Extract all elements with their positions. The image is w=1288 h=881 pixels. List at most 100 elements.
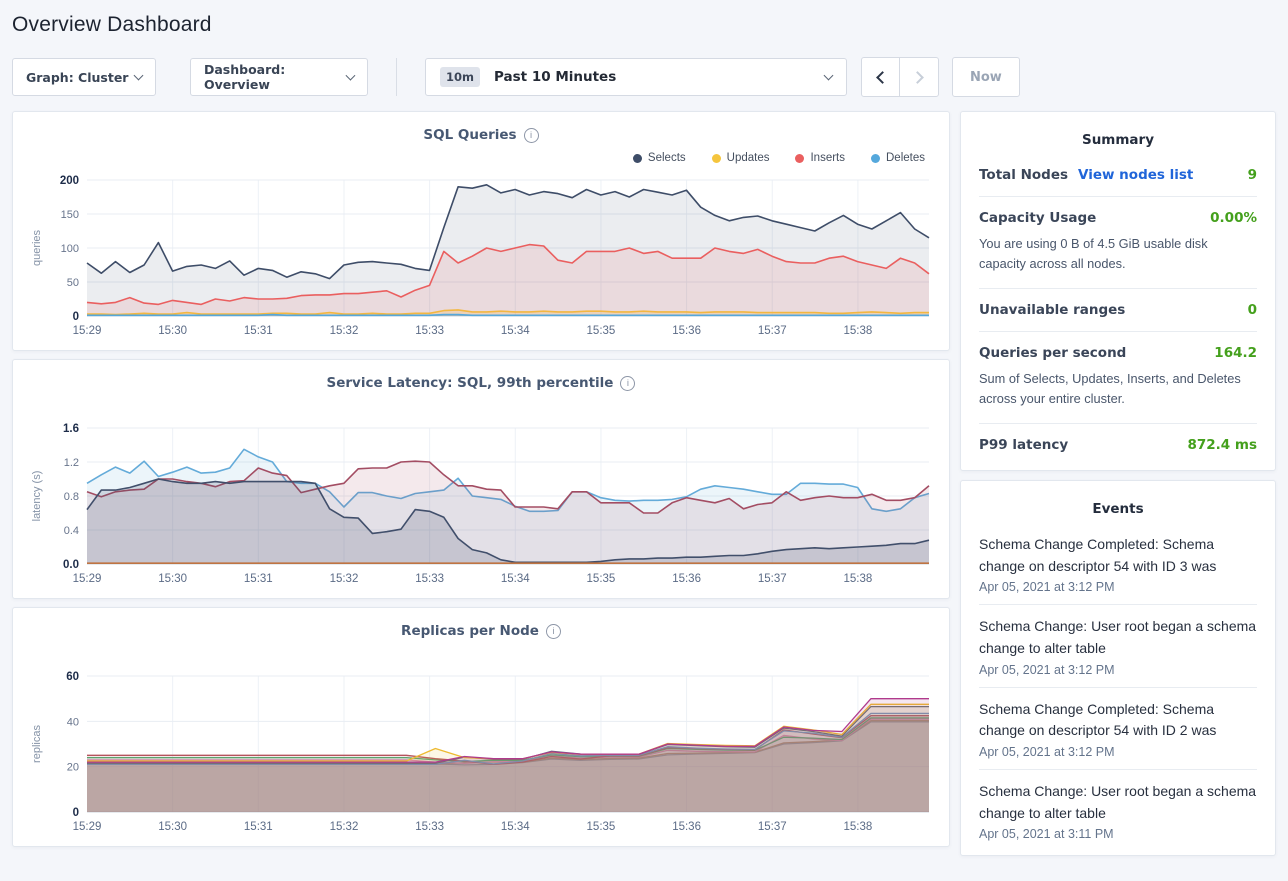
overview-dashboard-page: Overview Dashboard Graph: Cluster Dashbo… [0, 13, 1288, 856]
summary-row-total-nodes: Total Nodes View nodes list 9 [979, 154, 1257, 197]
total-nodes-label: Total Nodes [979, 167, 1068, 183]
svg-text:15:31: 15:31 [244, 573, 273, 585]
legend-item: Deletes [871, 152, 925, 164]
time-step-buttons [861, 57, 939, 97]
legend-dot-icon [795, 154, 804, 163]
svg-text:150: 150 [61, 209, 79, 221]
events-title: Events [979, 493, 1257, 523]
next-time-button[interactable] [900, 58, 938, 96]
svg-text:15:31: 15:31 [244, 821, 273, 833]
summary-panel: Summary Total Nodes View nodes list 9 Ca… [960, 111, 1276, 471]
svg-text:15:33: 15:33 [415, 573, 444, 585]
time-range-picker[interactable]: 10m Past 10 Minutes [425, 58, 847, 96]
svg-text:40: 40 [67, 716, 79, 728]
svg-text:15:38: 15:38 [844, 325, 873, 337]
qps-value: 164.2 [1214, 345, 1257, 361]
unavailable-ranges-value: 0 [1248, 302, 1257, 318]
capacity-usage-label: Capacity Usage [979, 210, 1096, 226]
chart-legend [27, 394, 935, 418]
summary-row-unavailable-ranges: Unavailable ranges 0 [979, 289, 1257, 332]
info-icon[interactable] [620, 376, 635, 391]
sql-queries-chart[interactable]: 15:2915:3015:3115:3215:3315:3415:3515:36… [27, 170, 935, 342]
legend-item: Selects [633, 152, 686, 164]
service-latency-chart[interactable]: 15:2915:3015:3115:3215:3315:3415:3515:36… [27, 418, 935, 590]
dashboard-dropdown-label: Dashboard: Overview [204, 62, 347, 92]
event-timestamp: Apr 05, 2021 at 3:12 PM [979, 580, 1257, 594]
event-timestamp: Apr 05, 2021 at 3:11 PM [979, 827, 1257, 841]
total-nodes-value: 9 [1248, 167, 1257, 183]
summary-row-qps: Queries per second 164.2 Sum of Selects,… [979, 332, 1257, 424]
event-item: Schema Change: User root began a schema … [979, 605, 1257, 687]
replicas-per-node-chart[interactable]: 15:2915:3015:3115:3215:3315:3415:3515:36… [27, 666, 935, 838]
p99-latency-value: 872.4 ms [1187, 437, 1257, 453]
svg-text:1.6: 1.6 [63, 423, 79, 435]
chart-title: Replicas per Node [401, 623, 539, 639]
event-item: Schema Change Completed: Schema change o… [979, 523, 1257, 605]
legend-item: Inserts [795, 152, 845, 164]
svg-text:15:35: 15:35 [587, 821, 616, 833]
svg-text:latency (s): latency (s) [31, 471, 43, 522]
unavailable-ranges-label: Unavailable ranges [979, 302, 1125, 318]
capacity-usage-description: You are using 0 B of 4.5 GiB usable disk… [979, 234, 1257, 275]
main-content: SQL Queries Selects Updates Inserts Deletes… [12, 111, 1276, 856]
summary-row-p99-latency: P99 latency 872.4 ms [979, 424, 1257, 466]
svg-text:queries: queries [31, 229, 43, 266]
events-panel: Events Schema Change Completed: Schema c… [960, 480, 1276, 857]
svg-text:15:37: 15:37 [758, 821, 787, 833]
svg-text:15:36: 15:36 [672, 573, 701, 585]
svg-text:15:35: 15:35 [587, 573, 616, 585]
event-item: Schema Change: User root began a schema … [979, 770, 1257, 851]
time-range-badge: 10m [440, 67, 480, 87]
p99-latency-label: P99 latency [979, 437, 1068, 453]
sidebar: Summary Total Nodes View nodes list 9 Ca… [960, 111, 1276, 856]
svg-text:15:38: 15:38 [844, 821, 873, 833]
svg-text:60: 60 [66, 671, 79, 683]
info-icon[interactable] [546, 624, 561, 639]
time-range-label: Past 10 Minutes [494, 69, 616, 85]
svg-text:0.4: 0.4 [64, 525, 79, 537]
chart-legend: Selects Updates Inserts Deletes [27, 146, 935, 170]
event-message: Schema Change Completed: Schema change o… [979, 534, 1257, 577]
event-timestamp: Apr 05, 2021 at 3:12 PM [979, 663, 1257, 677]
previous-time-button[interactable] [862, 58, 900, 96]
chart-title: SQL Queries [423, 127, 516, 143]
legend-dot-icon [633, 154, 642, 163]
info-icon[interactable] [524, 128, 539, 143]
svg-text:100: 100 [61, 243, 79, 255]
legend-dot-icon [871, 154, 880, 163]
chart-panel-sql-queries: SQL Queries Selects Updates Inserts Deletes… [12, 111, 950, 351]
view-nodes-list-link[interactable]: View nodes list [1078, 167, 1193, 183]
svg-text:15:33: 15:33 [415, 821, 444, 833]
svg-text:15:30: 15:30 [158, 325, 187, 337]
svg-text:15:29: 15:29 [73, 325, 102, 337]
chart-panel-service-latency: Service Latency: SQL, 99th percentile 15… [12, 359, 950, 599]
chevron-right-icon [911, 71, 924, 84]
qps-label: Queries per second [979, 345, 1126, 361]
vertical-divider [396, 58, 397, 96]
svg-text:replicas: replicas [31, 725, 43, 763]
graph-dropdown[interactable]: Graph: Cluster [12, 58, 156, 96]
svg-text:15:36: 15:36 [672, 325, 701, 337]
chevron-down-icon [824, 70, 834, 80]
svg-text:50: 50 [67, 277, 79, 289]
chart-legend [27, 642, 935, 666]
chart-title: Service Latency: SQL, 99th percentile [327, 375, 614, 391]
charts-column: SQL Queries Selects Updates Inserts Deletes… [12, 111, 950, 847]
summary-row-capacity: Capacity Usage 0.00% You are using 0 B o… [979, 197, 1257, 289]
svg-text:15:35: 15:35 [587, 325, 616, 337]
svg-text:15:37: 15:37 [758, 325, 787, 337]
capacity-usage-value: 0.00% [1210, 210, 1257, 226]
qps-description: Sum of Selects, Updates, Inserts, and De… [979, 369, 1257, 410]
svg-text:200: 200 [60, 175, 79, 187]
svg-text:0: 0 [73, 807, 79, 819]
chevron-left-icon [876, 71, 889, 84]
dashboard-dropdown[interactable]: Dashboard: Overview [190, 58, 368, 96]
legend-item: Updates [712, 152, 770, 164]
now-button[interactable]: Now [952, 57, 1020, 97]
svg-text:15:33: 15:33 [415, 325, 444, 337]
chart-header: Service Latency: SQL, 99th percentile [27, 372, 935, 394]
chevron-down-icon [134, 70, 144, 80]
svg-text:15:32: 15:32 [330, 573, 359, 585]
svg-text:20: 20 [67, 762, 79, 774]
svg-text:15:29: 15:29 [73, 821, 102, 833]
